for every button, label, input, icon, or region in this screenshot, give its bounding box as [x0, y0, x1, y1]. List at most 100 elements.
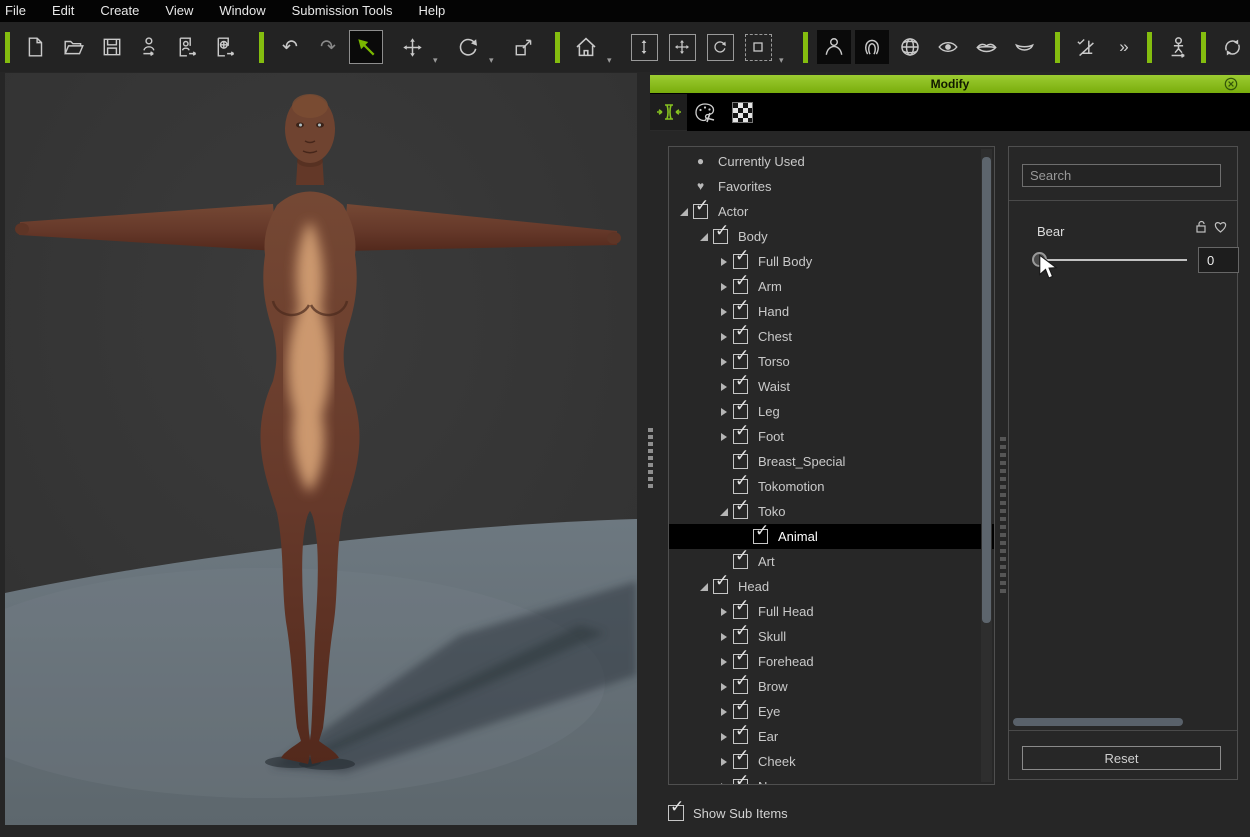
- expanded-arrow-icon[interactable]: [697, 229, 713, 245]
- show-sub-items[interactable]: Show Sub Items: [668, 805, 788, 821]
- tab-appearance[interactable]: [687, 94, 724, 131]
- menu-edit[interactable]: Edit: [39, 0, 87, 22]
- collapsed-arrow-icon[interactable]: [717, 304, 733, 320]
- collapsed-arrow-icon[interactable]: [717, 704, 733, 720]
- checkbox-icon[interactable]: [733, 679, 748, 694]
- tree-item-toko[interactable]: Toko: [669, 499, 994, 524]
- tree-item-full-head[interactable]: Full Head: [669, 599, 994, 624]
- checkbox-icon[interactable]: [733, 304, 748, 319]
- collapsed-arrow-icon[interactable]: [717, 604, 733, 620]
- frame-fit-button[interactable]: [741, 30, 775, 64]
- tree-scrollbar[interactable]: [981, 149, 992, 782]
- expanded-arrow-icon[interactable]: [717, 504, 733, 520]
- checkbox-icon[interactable]: [713, 229, 728, 244]
- collapsed-arrow-icon[interactable]: [717, 429, 733, 445]
- collapsed-arrow-icon[interactable]: [717, 654, 733, 670]
- checkbox-icon[interactable]: [733, 554, 748, 569]
- checkbox-icon[interactable]: [733, 754, 748, 769]
- export-content-button[interactable]: [209, 30, 243, 64]
- checkbox-icon[interactable]: [733, 779, 748, 785]
- favorite-heart-icon[interactable]: [1214, 221, 1227, 233]
- tree-item-leg[interactable]: Leg: [669, 399, 994, 424]
- tree-item-currently-used[interactable]: ●Currently Used: [669, 149, 994, 174]
- checkbox-icon[interactable]: [733, 704, 748, 719]
- more-tools-button[interactable]: »: [1107, 30, 1141, 64]
- move-tool-dropdown[interactable]: ▾: [433, 55, 441, 66]
- checkbox-icon[interactable]: [733, 629, 748, 644]
- tree-item-arm[interactable]: Arm: [669, 274, 994, 299]
- show-teeth-button[interactable]: [1007, 30, 1041, 64]
- checkbox-icon[interactable]: [733, 454, 748, 469]
- home-view-button[interactable]: [569, 30, 603, 64]
- checkbox-icon[interactable]: [693, 204, 708, 219]
- redo-button[interactable]: ↷: [311, 30, 345, 64]
- menu-view[interactable]: View: [152, 0, 206, 22]
- undo-button[interactable]: ↶: [273, 30, 307, 64]
- checkbox-icon[interactable]: [733, 504, 748, 519]
- tree-item-ear[interactable]: Ear: [669, 724, 994, 749]
- tree-item-breast-special[interactable]: Breast_Special: [669, 449, 994, 474]
- tree-item-animal[interactable]: Animal: [669, 524, 994, 549]
- frame-vertical-button[interactable]: [627, 30, 661, 64]
- collapsed-arrow-icon[interactable]: [717, 354, 733, 370]
- tree-item-hand[interactable]: Hand: [669, 299, 994, 324]
- checkbox-icon[interactable]: [733, 354, 748, 369]
- tree-item-head[interactable]: Head: [669, 574, 994, 599]
- rotate-tool-dropdown[interactable]: ▾: [489, 55, 497, 66]
- collapsed-arrow-icon[interactable]: [717, 329, 733, 345]
- menu-create[interactable]: Create: [87, 0, 152, 22]
- move-tool-button[interactable]: [395, 30, 429, 64]
- params-hscrollbar[interactable]: [1011, 717, 1235, 727]
- collapsed-arrow-icon[interactable]: [717, 779, 733, 786]
- collapsed-arrow-icon[interactable]: [717, 379, 733, 395]
- frame-orbit-button[interactable]: [703, 30, 737, 64]
- tree-item-nose[interactable]: Nose: [669, 774, 994, 785]
- tree-item-forehead[interactable]: Forehead: [669, 649, 994, 674]
- tree-item-chest[interactable]: Chest: [669, 324, 994, 349]
- checkbox-icon[interactable]: [713, 579, 728, 594]
- collapsed-arrow-icon[interactable]: [717, 254, 733, 270]
- checkbox-icon[interactable]: [733, 279, 748, 294]
- frame-fit-dropdown[interactable]: ▾: [779, 55, 787, 66]
- menu-window[interactable]: Window: [206, 0, 278, 22]
- expanded-arrow-icon[interactable]: [677, 204, 693, 220]
- morph-value-input[interactable]: [1198, 247, 1239, 273]
- tree-item-tokomotion[interactable]: Tokomotion: [669, 474, 994, 499]
- menu-submission-tools[interactable]: Submission Tools: [279, 0, 406, 22]
- collapsed-arrow-icon[interactable]: [717, 679, 733, 695]
- menu-file[interactable]: File: [0, 0, 39, 22]
- tree-item-eye[interactable]: Eye: [669, 699, 994, 724]
- tree-item-skull[interactable]: Skull: [669, 624, 994, 649]
- tree-params-splitter[interactable]: [999, 437, 1007, 603]
- collapsed-arrow-icon[interactable]: [717, 754, 733, 770]
- tab-texture[interactable]: [724, 94, 761, 131]
- tree-item-favorites[interactable]: ♥Favorites: [669, 174, 994, 199]
- tree-scrollbar-thumb[interactable]: [982, 157, 991, 623]
- select-tool-button[interactable]: [349, 30, 383, 64]
- params-hscrollbar-thumb[interactable]: [1013, 718, 1183, 726]
- create-character-button[interactable]: [133, 30, 167, 64]
- checkbox-icon[interactable]: [733, 379, 748, 394]
- tree-item-foot[interactable]: Foot: [669, 424, 994, 449]
- checkbox-icon[interactable]: [733, 404, 748, 419]
- show-lips-button[interactable]: [969, 30, 1003, 64]
- open-project-button[interactable]: [57, 30, 91, 64]
- collapsed-arrow-icon[interactable]: [717, 629, 733, 645]
- checkbox-icon[interactable]: [733, 729, 748, 744]
- modify-panel-titlebar[interactable]: Modify: [650, 75, 1250, 93]
- menu-help[interactable]: Help: [406, 0, 459, 22]
- tree-item-body[interactable]: Body: [669, 224, 994, 249]
- reset-button[interactable]: Reset: [1022, 746, 1221, 770]
- show-sub-items-checkbox[interactable]: [668, 805, 684, 821]
- collapsed-arrow-icon[interactable]: [717, 404, 733, 420]
- checkbox-icon[interactable]: [753, 529, 768, 544]
- show-body-toggle[interactable]: [817, 30, 851, 64]
- gizmo-toggle-button[interactable]: [1069, 30, 1103, 64]
- viewport-3d[interactable]: [5, 73, 637, 825]
- scale-tool-button[interactable]: [507, 30, 541, 64]
- expanded-arrow-icon[interactable]: [697, 579, 713, 595]
- tree-item-cheek[interactable]: Cheek: [669, 749, 994, 774]
- close-icon[interactable]: [1224, 77, 1238, 91]
- tree-item-full-body[interactable]: Full Body: [669, 249, 994, 274]
- checkbox-icon[interactable]: [733, 604, 748, 619]
